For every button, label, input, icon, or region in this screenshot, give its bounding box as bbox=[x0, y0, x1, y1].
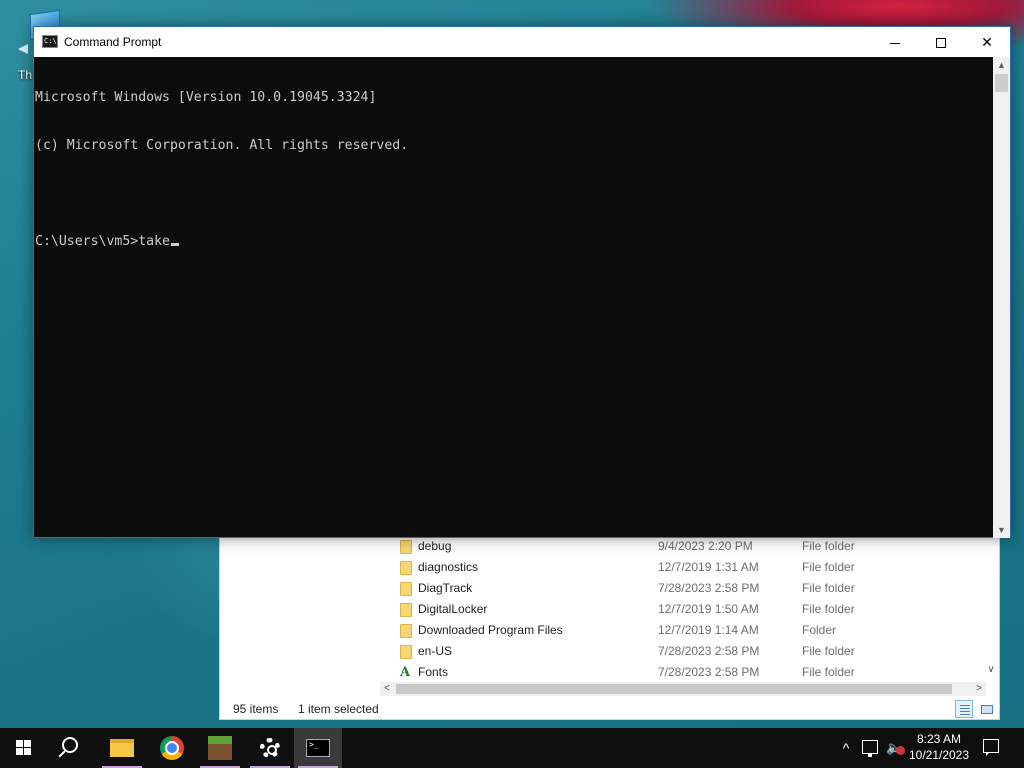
details-view-button[interactable] bbox=[955, 700, 973, 718]
system-clock[interactable]: 8:23 AM 10/21/2023 bbox=[906, 731, 972, 763]
folder-icon bbox=[400, 645, 412, 659]
file-name: diagnostics bbox=[418, 560, 479, 574]
file-date: 12/7/2019 1:14 AM bbox=[658, 623, 759, 637]
mute-badge-icon bbox=[896, 746, 905, 755]
windows-logo-icon bbox=[16, 740, 32, 756]
minimize-button[interactable] bbox=[872, 27, 918, 57]
file-name: DiagTrack bbox=[418, 581, 473, 595]
fonts-folder-icon: A bbox=[400, 665, 412, 680]
taskbar-file-explorer[interactable] bbox=[98, 728, 146, 768]
file-date: 12/7/2019 1:50 AM bbox=[658, 602, 759, 616]
desktop-icon-label: Th bbox=[18, 68, 33, 82]
file-type: File folder bbox=[802, 644, 855, 658]
file-name: Downloaded Program Files bbox=[418, 623, 563, 637]
close-icon: ✕ bbox=[981, 34, 993, 50]
horizontal-scrollbar[interactable]: < > bbox=[380, 682, 986, 696]
close-button[interactable]: ✕ bbox=[964, 27, 1010, 57]
taskbar: >_ ^ 🔈 8:23 AM 10/21/2023 bbox=[0, 728, 1024, 768]
file-row[interactable]: Downloaded Program Files 12/7/2019 1:14 … bbox=[380, 620, 980, 641]
console-output[interactable]: Microsoft Windows [Version 10.0.19045.33… bbox=[34, 57, 995, 538]
folder-icon bbox=[400, 582, 412, 596]
clock-date: 10/21/2023 bbox=[908, 748, 970, 762]
console-scrollbar[interactable]: ▲ ▼ bbox=[993, 57, 1010, 538]
file-date: 7/28/2023 2:58 PM bbox=[658, 665, 760, 679]
file-row[interactable]: en-US 7/28/2023 2:58 PM File folder bbox=[380, 641, 980, 662]
large-icons-view-icon bbox=[981, 705, 993, 714]
file-type: File folder bbox=[802, 602, 855, 616]
file-type: File folder bbox=[802, 581, 855, 595]
details-view-icon bbox=[960, 705, 970, 715]
folder-icon bbox=[400, 540, 412, 554]
scroll-left-button[interactable]: < bbox=[380, 682, 394, 696]
file-row[interactable]: A Fonts 7/28/2023 2:58 PM File folder bbox=[380, 662, 980, 683]
file-row[interactable]: DigitalLocker 12/7/2019 1:50 AM File fol… bbox=[380, 599, 980, 620]
file-name: debug bbox=[418, 539, 452, 553]
console-scroll-thumb[interactable] bbox=[995, 74, 1008, 92]
scroll-down-button[interactable]: ∨ bbox=[985, 664, 997, 676]
file-date: 7/28/2023 2:58 PM bbox=[658, 644, 760, 658]
file-row[interactable]: DiagTrack 7/28/2023 2:58 PM File folder bbox=[380, 578, 980, 599]
minecraft-icon bbox=[208, 736, 232, 760]
console-input-text[interactable]: C:\Users\vm5>take bbox=[35, 234, 170, 249]
minimize-icon bbox=[890, 42, 900, 44]
scroll-right-button[interactable]: > bbox=[972, 682, 986, 696]
cmd-icon: >_ bbox=[306, 739, 330, 757]
taskbar-command-prompt[interactable]: >_ bbox=[294, 728, 342, 768]
taskbar-minecraft[interactable] bbox=[196, 728, 244, 768]
taskbar-chrome[interactable] bbox=[148, 728, 196, 768]
clock-time: 8:23 AM bbox=[916, 732, 962, 746]
cmd-app-icon[interactable]: C:\ bbox=[42, 35, 58, 48]
start-button[interactable] bbox=[0, 728, 48, 768]
status-bar: 95 items 1 item selected bbox=[220, 699, 999, 719]
window-title: Command Prompt bbox=[64, 35, 162, 49]
folder-icon bbox=[110, 739, 134, 757]
title-bar[interactable]: C:\ Command Prompt ✕ bbox=[34, 27, 1010, 57]
console-line: (c) Microsoft Corporation. All rights re… bbox=[35, 138, 409, 153]
folder-icon bbox=[400, 624, 412, 638]
file-row[interactable]: debug 9/4/2023 2:20 PM File folder bbox=[380, 536, 980, 557]
scroll-up-button[interactable]: ▲ bbox=[993, 57, 1010, 73]
selection-count: 1 item selected bbox=[298, 702, 379, 716]
file-type: File folder bbox=[802, 560, 855, 574]
file-type: File folder bbox=[802, 665, 855, 679]
text-cursor bbox=[170, 243, 179, 246]
file-type: Folder bbox=[802, 623, 837, 637]
volume-muted-icon[interactable]: 🔈 bbox=[886, 740, 905, 756]
folder-icon bbox=[400, 603, 412, 617]
file-name: Fonts bbox=[418, 665, 449, 679]
gear-icon bbox=[260, 738, 280, 758]
shortcut-arrow-icon bbox=[18, 44, 28, 54]
search-button[interactable] bbox=[48, 728, 96, 768]
network-icon[interactable] bbox=[862, 740, 878, 757]
notification-center-icon[interactable] bbox=[983, 739, 999, 756]
command-prompt-window[interactable]: C:\ Command Prompt ✕ Microsoft Windows [… bbox=[33, 26, 1011, 538]
console-line: Microsoft Windows [Version 10.0.19045.33… bbox=[35, 90, 377, 105]
show-hidden-icons-chevron-icon[interactable]: ^ bbox=[838, 736, 854, 760]
folder-icon bbox=[400, 561, 412, 575]
file-type: File folder bbox=[802, 539, 855, 553]
horizontal-scroll-thumb[interactable] bbox=[396, 684, 952, 694]
file-list: debug 9/4/2023 2:20 PM File folder diagn… bbox=[380, 536, 980, 683]
file-name: DigitalLocker bbox=[418, 602, 488, 616]
file-date: 12/7/2019 1:31 AM bbox=[658, 560, 759, 574]
console-prompt-line[interactable]: C:\Users\vm5>take bbox=[35, 234, 995, 250]
maximize-icon bbox=[936, 38, 946, 49]
file-name: en-US bbox=[418, 644, 453, 658]
scroll-down-button[interactable]: ▼ bbox=[993, 522, 1010, 538]
item-count: 95 items bbox=[233, 702, 279, 716]
view-switcher bbox=[955, 700, 995, 718]
file-date: 7/28/2023 2:58 PM bbox=[658, 581, 760, 595]
search-icon bbox=[62, 737, 78, 753]
file-date: 9/4/2023 2:20 PM bbox=[658, 539, 753, 553]
chrome-icon bbox=[160, 736, 184, 760]
file-explorer-window[interactable]: debug 9/4/2023 2:20 PM File folder diagn… bbox=[219, 535, 1000, 720]
maximize-button[interactable] bbox=[918, 27, 964, 57]
taskbar-settings[interactable] bbox=[246, 728, 294, 768]
file-row[interactable]: diagnostics 12/7/2019 1:31 AM File folde… bbox=[380, 557, 980, 578]
large-icons-view-button[interactable] bbox=[977, 700, 995, 718]
